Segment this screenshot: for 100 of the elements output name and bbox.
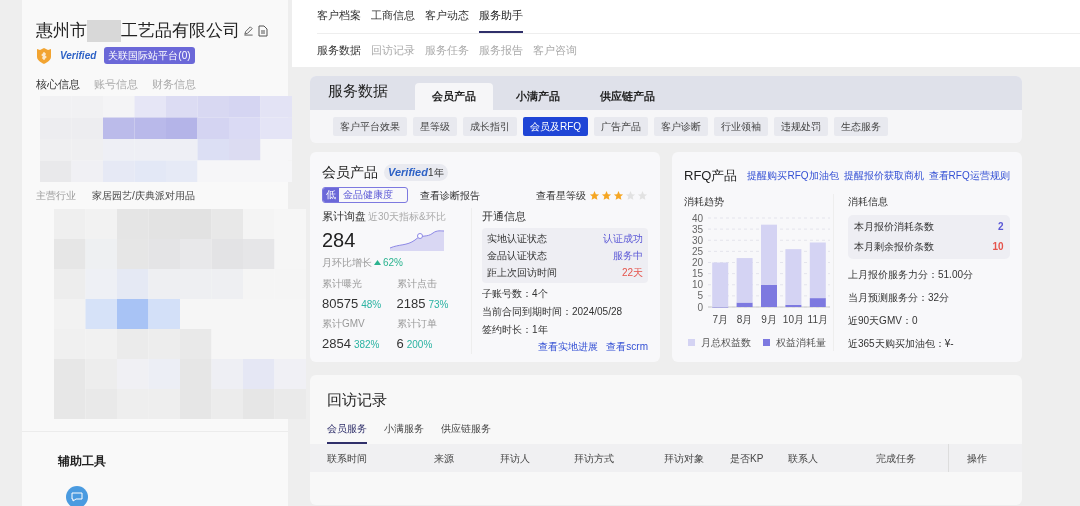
verified-logo: Verified	[60, 48, 97, 63]
consumption-label: 本月报价消耗条数	[854, 220, 934, 234]
tab[interactable]: 小满产品	[499, 83, 577, 110]
metric-change: 200%	[406, 338, 433, 352]
section-title: 开通信息	[482, 209, 527, 224]
star-icon	[589, 189, 600, 201]
column-header: 是否KP	[730, 451, 765, 466]
metric-label: 累计订单	[396, 317, 438, 331]
link[interactable]: 查看实地进展	[538, 338, 599, 354]
status-value: 22天	[621, 265, 643, 280]
tab[interactable]: 客户诊断	[654, 117, 709, 136]
sparkline	[389, 227, 446, 252]
consumption-label: 本月剩余报价条数	[854, 240, 934, 254]
up-arrow-icon	[374, 259, 381, 265]
tab[interactable]: 小满服务	[384, 421, 424, 444]
status-value: 认证成功	[603, 231, 643, 246]
tab[interactable]: 会员及RFQ	[523, 117, 589, 136]
diagnosis-link[interactable]: 查看诊断报告	[420, 187, 480, 203]
metric-value: 80575	[322, 294, 359, 313]
tab[interactable]: 工商信息	[371, 6, 415, 33]
tab[interactable]: 供应链服务	[441, 421, 491, 444]
tab[interactable]: 客户动态	[425, 6, 469, 33]
company-name: 惠州市	[36, 20, 87, 42]
info-line: 子账号数：4个	[482, 286, 549, 301]
tab[interactable]: 成长指引	[463, 117, 517, 136]
axis-tick-label: 0	[697, 301, 703, 312]
info-line: 近365天购买加油包：¥-	[848, 336, 955, 351]
document-icon[interactable]	[258, 24, 268, 37]
star-icon	[613, 189, 624, 201]
star-icon	[637, 189, 648, 201]
tab[interactable]: 客户平台效果	[333, 117, 407, 136]
star-level-link[interactable]: 查看星等级	[536, 187, 586, 203]
metric-label: 累计点击	[396, 276, 438, 291]
metric-change: 48%	[361, 297, 382, 312]
metric-title: 累计询盘	[322, 209, 366, 224]
axis-category-label: 8月	[736, 313, 753, 325]
field-label: 主营行业	[36, 189, 76, 203]
status-label: 距上次回访时间	[487, 265, 557, 280]
growth-label: 月环比增长	[322, 255, 372, 270]
tab[interactable]: 会员产品	[415, 83, 493, 110]
platform-badge[interactable]: 关联国际站平台(0)	[104, 46, 195, 64]
metric-change: 73%	[428, 297, 449, 312]
info-line: 上月报价服务力分：51.00分	[848, 267, 975, 282]
metric-value: 2185	[396, 294, 426, 313]
link[interactable]: 提醒购买RFQ加油包	[747, 168, 839, 184]
tab[interactable]: 供应链产品	[583, 83, 672, 110]
metric-value: 284	[322, 227, 356, 253]
tab[interactable]: 生态服务	[834, 117, 889, 136]
column-header: 操作	[948, 444, 1020, 472]
column-header: 联系时间	[326, 451, 368, 466]
link[interactable]: 提醒报价获取商机	[843, 168, 924, 184]
info-line: 签约时长：1年	[482, 322, 549, 337]
growth-value: 62%	[383, 255, 403, 270]
axis-category-label: 9月	[761, 313, 777, 325]
consumption-value: 2	[998, 220, 1004, 234]
star-icon	[625, 189, 636, 201]
link[interactable]: 查看RFQ运营规则	[928, 168, 1010, 184]
axis-tick-label: 15	[691, 267, 703, 279]
card-title: RFQ产品	[684, 167, 738, 185]
edit-icon[interactable]	[243, 24, 254, 36]
axis-tick-label: 25	[691, 245, 703, 257]
status-label: 实地认证状态	[487, 231, 547, 246]
metric-value: 2854	[322, 335, 351, 353]
column-header: 拜访方式	[574, 451, 615, 466]
section-title: 消耗信息	[848, 194, 889, 209]
tab[interactable]: 广告产品	[594, 117, 649, 136]
link[interactable]: 查看scrm	[606, 338, 648, 354]
axis-tick-label: 35	[691, 223, 703, 235]
column-header: 完成任务	[876, 451, 917, 466]
card-title: 会员产品	[322, 163, 378, 182]
chat-tool-icon[interactable]	[66, 486, 88, 506]
column-header: 拜访对象	[664, 451, 705, 466]
tab[interactable]: 核心信息	[36, 75, 80, 92]
section-title: 辅助工具	[58, 454, 106, 468]
column-header: 联系人	[788, 451, 819, 466]
tab[interactable]: 客户档案	[317, 6, 361, 33]
column-header: 来源	[434, 451, 455, 466]
metric-change: 382%	[353, 338, 380, 352]
tab[interactable]: 服务助手	[479, 6, 523, 33]
legend-label: 权益消耗量	[776, 335, 826, 350]
tab[interactable]: 违规处罚	[774, 117, 829, 136]
axis-tick-label: 30	[691, 234, 703, 246]
status-value: 服务中	[613, 248, 643, 263]
metric-value: 6	[396, 335, 404, 353]
consumption-value: 10	[992, 240, 1004, 254]
company-name: 工艺品有限公司	[121, 20, 240, 42]
tab[interactable]: 行业领袖	[714, 117, 769, 136]
metric-label: 累计曝光	[322, 276, 363, 291]
field-value: 家居园艺/庆典派对用品	[92, 189, 195, 203]
tab[interactable]: 星等级	[413, 117, 457, 136]
health-tag: 低 金品健康度	[322, 187, 408, 203]
axis-tick-label: 5	[697, 289, 703, 301]
section-title: 服务数据	[328, 80, 388, 101]
tab[interactable]: 服务数据	[317, 42, 361, 59]
verified-badge: Verified1年	[384, 164, 448, 181]
info-line: 当月预测服务分：32分	[848, 290, 951, 305]
redaction-block	[87, 19, 121, 42]
section-title: 回访记录	[327, 389, 388, 410]
axis-category-label: 7月	[712, 313, 728, 325]
axis-tick-label: 40	[691, 212, 703, 223]
